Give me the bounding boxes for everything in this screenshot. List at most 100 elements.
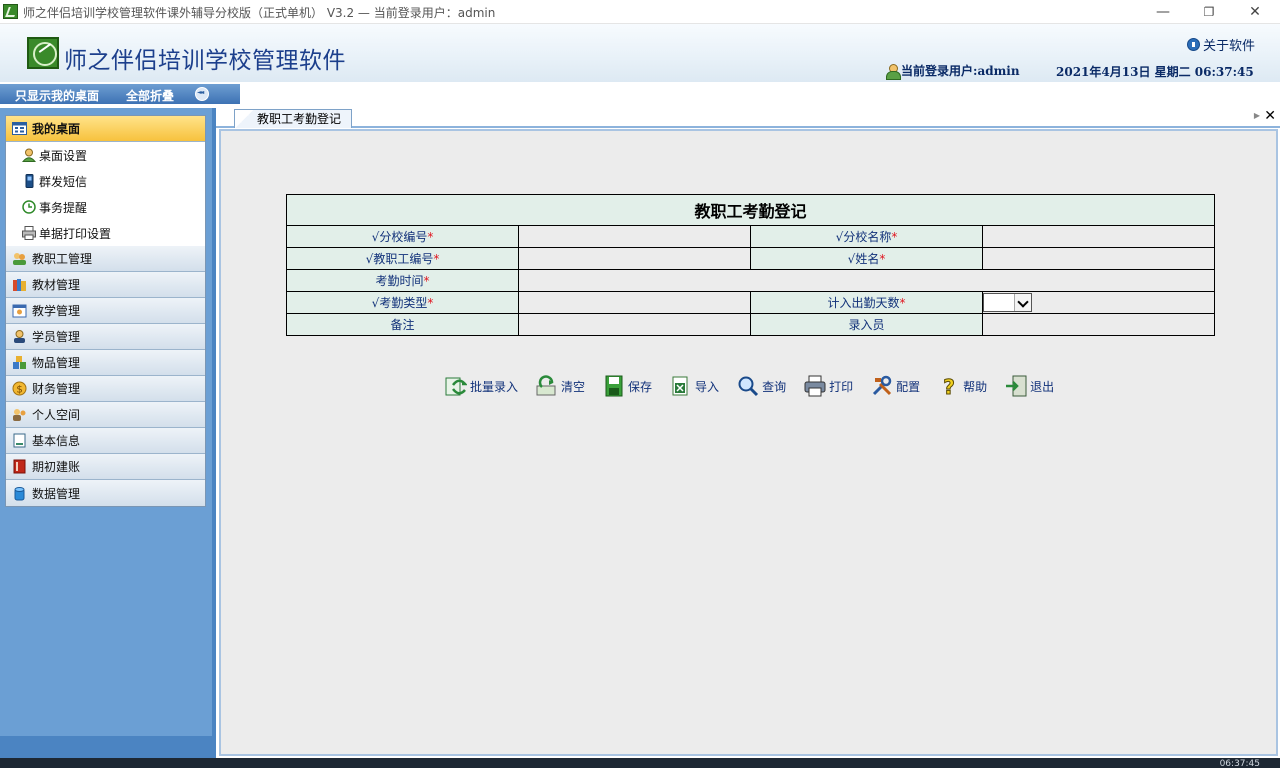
goods-icon [12,355,27,370]
sidebar-group-label: 学员管理 [32,330,81,344]
import-button[interactable]: 导入 [670,375,719,397]
sidebar-group-label: 期初建账 [32,460,81,474]
search-button[interactable]: 查询 [737,375,786,397]
sidebar-group-opening-accounts[interactable]: 期初建账 [6,454,205,480]
print-button[interactable]: 打印 [804,375,853,397]
tab-staff-attendance[interactable]: 教职工考勤登记 [234,109,353,129]
books-icon [12,277,27,292]
sidebar-group-label: 基本信息 [32,434,81,448]
operator-field [982,313,1215,336]
sidebar-group-data[interactable]: 数据管理 [6,480,205,506]
staff-code-label: √教职工编号* [286,247,519,270]
sidebar-item-print-settings[interactable]: 单据打印设置 [6,220,205,246]
help-button[interactable]: ? 帮助 [938,375,987,400]
staff-code-field[interactable] [518,247,751,270]
info-icon [1186,38,1200,51]
ledger-icon [12,459,27,474]
attendance-days-label: 计入出勤天数* [750,291,983,314]
current-user: 当前登录用户: admin [886,62,1020,80]
app-icon [3,4,18,19]
form-panel: 教职工考勤登记 √分校编号* √分校名称* √教职工编号* √姓名* 考勤时间*… [219,129,1278,756]
exit-button[interactable]: 退出 [1005,375,1054,397]
branch-code-field[interactable] [518,225,751,248]
sidebar-group-finance[interactable]: $ 财务管理 [6,376,205,402]
chevron-down-icon[interactable] [1014,294,1031,311]
batch-entry-button[interactable]: 批量录入 [445,375,518,397]
sidebar-item-label: 群发短信 [39,174,88,189]
close-tab-button[interactable]: ✕ [1264,108,1276,124]
sidebar-group-label: 我的桌面 [32,122,81,136]
tab-strip: 教职工考勤登记 ▶ ✕ [216,108,1280,129]
sidebar-item-label: 单据打印设置 [39,226,112,241]
branch-name-label: √分校名称* [750,225,983,248]
phone-icon [22,174,36,188]
printer-icon [22,226,36,240]
form-title: 教职工考勤登记 [286,194,1215,226]
sidebar-menu: 我的桌面 桌面设置 群发短信 事务提醒 单据打印设置 教职工管理 教材管理 教学… [5,115,206,507]
branch-name-field[interactable] [982,225,1215,248]
close-window-button[interactable]: ✕ [1232,0,1278,24]
svg-text:$: $ [16,385,22,396]
tab-scroll-right-icon[interactable]: ▶ [1254,111,1260,120]
exit-icon [1005,375,1027,397]
about-software-link[interactable]: 关于软件 [1186,35,1255,54]
user-label: 当前登录用户: [901,64,978,78]
import-icon [670,375,692,397]
taskbar: 06:37:45 [0,758,1280,768]
collapse-all-button[interactable]: 全部折叠 [126,87,174,104]
sidebar-item-reminders[interactable]: 事务提醒 [6,194,205,220]
config-button[interactable]: 配置 [871,375,920,397]
sidebar-group-students[interactable]: 学员管理 [6,324,205,350]
show-my-desktop-button[interactable]: 只显示我的桌面 [15,87,99,104]
sidebar-group-label: 财务管理 [32,382,81,396]
user-icon [886,63,901,80]
window-title: 师之伴侣培训学校管理软件课外辅导分校版（正式单机） V3.2 — 当前登录用户：… [23,6,496,20]
current-datetime: 2021年4月13日 星期二 06:37:45 [1056,65,1254,79]
sidebar-group-goods[interactable]: 物品管理 [6,350,205,376]
sidebar-panel: 我的桌面 桌面设置 群发短信 事务提醒 单据打印设置 教职工管理 教材管理 教学… [0,108,212,736]
sidebar-group-basic-info[interactable]: 基本信息 [6,428,205,454]
print-icon [804,375,826,397]
attendance-time-label: 考勤时间* [286,269,519,292]
attendance-form: 教职工考勤登记 √分校编号* √分校名称* √教职工编号* √姓名* 考勤时间*… [286,194,1215,336]
sidebar-group-label: 教职工管理 [32,252,93,266]
help-icon: ? [938,375,960,400]
sidebar-toolbar: 只显示我的桌面 全部折叠 [0,84,240,104]
name-field[interactable] [982,247,1215,270]
save-button[interactable]: 保存 [603,375,652,397]
desktop-icon [12,121,27,136]
minimize-button[interactable]: — [1140,0,1186,24]
operator-label: 录入员 [750,313,983,336]
attendance-type-label: √考勤类型* [286,291,519,314]
name-label: √姓名* [750,247,983,270]
attendance-time-field[interactable] [518,269,1215,292]
sidebar-group-staff[interactable]: 教职工管理 [6,246,205,272]
clock-icon [22,200,36,214]
app-header: 师之伴侣培训学校管理软件 关于软件 当前登录用户: admin 2021年4月1… [0,24,1280,82]
teaching-icon [12,303,27,318]
sidebar-group-personal[interactable]: 个人空间 [6,402,205,428]
sidebar-item-desktop-settings[interactable]: 桌面设置 [6,142,205,168]
remark-label: 备注 [286,313,519,336]
sidebar-item-group-sms[interactable]: 群发短信 [6,168,205,194]
sidebar-group-textbooks[interactable]: 教材管理 [6,272,205,298]
restore-button[interactable]: ❐ [1186,0,1232,24]
attendance-days-cell [982,291,1215,314]
personal-icon [12,407,27,422]
sidebar-group-teaching[interactable]: 教学管理 [6,298,205,324]
about-label: 关于软件 [1202,39,1255,54]
attendance-days-select[interactable] [983,293,1032,312]
attendance-type-field[interactable] [518,291,751,314]
database-icon [12,486,27,501]
sidebar-item-label: 桌面设置 [39,148,88,163]
sidebar-group-label: 教材管理 [32,278,81,292]
finance-icon: $ [12,381,27,396]
svg-text:?: ? [943,375,955,397]
remark-field[interactable] [518,313,751,336]
document-icon [12,433,27,448]
window-title-bar: 师之伴侣培训学校管理软件课外辅导分校版（正式单机） V3.2 — 当前登录用户：… [0,0,1280,24]
collapse-sidebar-icon[interactable] [195,87,209,101]
clear-button[interactable]: 清空 [536,375,585,397]
sidebar-group-my-desktop[interactable]: 我的桌面 [6,116,205,142]
sidebar: 我的桌面 桌面设置 群发短信 事务提醒 单据打印设置 教职工管理 教材管理 教学… [0,108,216,758]
